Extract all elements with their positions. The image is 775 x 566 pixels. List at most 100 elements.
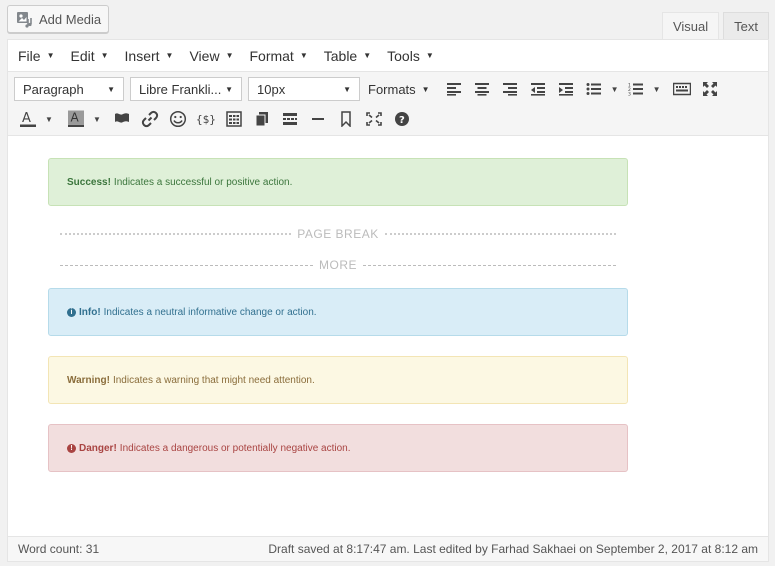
chevron-down-icon: ▼ xyxy=(166,51,174,60)
text-color-button[interactable]: A xyxy=(14,106,42,132)
chevron-down-icon: ▼ xyxy=(226,51,234,60)
exclamation-icon: ! xyxy=(67,444,76,453)
numbered-list-options[interactable]: ▼ xyxy=(650,76,664,102)
paste-text-button[interactable] xyxy=(248,106,276,132)
bullet-list-button[interactable] xyxy=(580,76,608,102)
toolbar-row-2: A ▼ A ▼ {$} ? xyxy=(14,104,416,134)
more-marker: MORE xyxy=(60,257,616,273)
page-break-label: PAGE BREAK xyxy=(291,227,384,241)
indent-button[interactable] xyxy=(552,76,580,102)
menu-format[interactable]: Format▼ xyxy=(249,48,307,64)
outdent-button[interactable] xyxy=(524,76,552,102)
toolbar-row-1: Paragraph▼ Libre Frankli...▼ 10px▼ Forma… xyxy=(14,74,724,104)
svg-text:?: ? xyxy=(399,115,405,126)
bookmark-icon xyxy=(339,111,353,127)
shortcode-button[interactable]: {$} xyxy=(192,106,220,132)
menu-tools[interactable]: Tools▼ xyxy=(387,48,434,64)
toolbar-toggle-button[interactable] xyxy=(668,76,696,102)
more-label: MORE xyxy=(313,258,363,272)
chevron-down-icon: ▼ xyxy=(343,85,351,94)
horizontal-line-button[interactable] xyxy=(304,106,332,132)
chevron-down-icon: ▼ xyxy=(300,51,308,60)
draft-status: Draft saved at 8:17:47 am. Last edited b… xyxy=(268,542,758,556)
menu-table[interactable]: Table▼ xyxy=(324,48,371,64)
chevron-down-icon: ▼ xyxy=(101,51,109,60)
text-color-icon: A xyxy=(19,110,37,128)
align-right-button[interactable] xyxy=(496,76,524,102)
flag-icon xyxy=(114,111,130,127)
font-family-select[interactable]: Libre Frankli...▼ xyxy=(130,77,242,101)
page-break-marker: PAGE BREAK xyxy=(60,226,616,242)
outdent-icon xyxy=(530,82,546,96)
chevron-down-icon: ▼ xyxy=(225,85,233,94)
alert-text: Indicates a warning that might need atte… xyxy=(113,375,315,386)
read-more-button[interactable] xyxy=(332,106,360,132)
bullet-list-icon xyxy=(586,82,602,96)
align-center-icon xyxy=(474,82,490,96)
chevron-down-icon: ▼ xyxy=(426,51,434,60)
align-left-button[interactable] xyxy=(440,76,468,102)
menu-insert[interactable]: Insert▼ xyxy=(125,48,174,64)
bullet-list-options[interactable]: ▼ xyxy=(608,76,622,102)
block-format-select[interactable]: Paragraph▼ xyxy=(14,77,124,101)
fullscreen-button[interactable] xyxy=(360,106,388,132)
editor-content[interactable]: Success! Indicates a successful or posit… xyxy=(8,136,768,536)
word-count: Word count: 31 xyxy=(18,542,99,556)
svg-text:{$}: {$} xyxy=(196,113,216,126)
alert-title: Success! xyxy=(67,177,111,188)
page-break-button[interactable] xyxy=(276,106,304,132)
anchor-button[interactable] xyxy=(108,106,136,132)
keyboard-icon xyxy=(673,82,691,96)
menu-view[interactable]: View▼ xyxy=(189,48,233,64)
code-braces-icon: {$} xyxy=(196,111,216,127)
status-bar: Word count: 31 Draft saved at 8:17:47 am… xyxy=(8,536,768,561)
table-icon xyxy=(226,111,242,127)
formats-menu[interactable]: Formats▼ xyxy=(368,82,430,97)
tab-visual[interactable]: Visual xyxy=(662,12,719,40)
add-media-label: Add Media xyxy=(39,12,101,27)
fullscreen-icon xyxy=(365,111,383,127)
media-icon xyxy=(16,10,34,28)
font-size-select[interactable]: 10px▼ xyxy=(248,77,360,101)
distraction-free-button[interactable] xyxy=(696,76,724,102)
background-color-icon: A xyxy=(67,110,85,128)
link-button[interactable] xyxy=(136,106,164,132)
text-color-options[interactable]: ▼ xyxy=(42,106,56,132)
toolbar: Paragraph▼ Libre Frankli...▼ 10px▼ Forma… xyxy=(8,72,768,136)
page-break-icon xyxy=(282,112,298,126)
alert-warning: Warning! Indicates a warning that might … xyxy=(48,356,628,404)
alert-info: i Info! Indicates a neutral informative … xyxy=(48,288,628,336)
menu-edit[interactable]: Edit▼ xyxy=(70,48,108,64)
alert-text: Indicates a successful or positive actio… xyxy=(114,177,292,188)
alert-danger: ! Danger! Indicates a dangerous or poten… xyxy=(48,424,628,472)
horizontal-line-icon xyxy=(310,112,326,126)
svg-text:A: A xyxy=(22,111,31,126)
smiley-icon xyxy=(169,110,187,128)
help-icon: ? xyxy=(394,111,410,127)
alert-text: Indicates a dangerous or potentially neg… xyxy=(120,443,351,454)
info-icon: i xyxy=(67,308,76,317)
svg-text:A: A xyxy=(71,111,80,125)
menubar: File▼ Edit▼ Insert▼ View▼ Format▼ Table▼… xyxy=(8,40,768,72)
background-color-button[interactable]: A xyxy=(62,106,90,132)
add-media-button[interactable]: Add Media xyxy=(7,5,109,33)
chevron-down-icon: ▼ xyxy=(47,51,55,60)
emoticons-button[interactable] xyxy=(164,106,192,132)
help-button[interactable]: ? xyxy=(388,106,416,132)
align-center-button[interactable] xyxy=(468,76,496,102)
indent-icon xyxy=(558,82,574,96)
background-color-options[interactable]: ▼ xyxy=(90,106,104,132)
editor-tabs: Visual Text xyxy=(662,12,769,40)
copy-icon xyxy=(254,111,270,127)
table-button[interactable] xyxy=(220,106,248,132)
editor: File▼ Edit▼ Insert▼ View▼ Format▼ Table▼… xyxy=(7,39,769,562)
chevron-down-icon: ▼ xyxy=(363,51,371,60)
alert-text: Indicates a neutral informative change o… xyxy=(104,307,317,318)
tab-text[interactable]: Text xyxy=(723,12,769,39)
alert-success: Success! Indicates a successful or posit… xyxy=(48,158,628,206)
alert-title: Warning! xyxy=(67,375,110,386)
numbered-list-button[interactable]: 123 xyxy=(622,76,650,102)
link-icon xyxy=(141,110,159,128)
chevron-down-icon: ▼ xyxy=(107,85,115,94)
menu-file[interactable]: File▼ xyxy=(18,48,54,64)
